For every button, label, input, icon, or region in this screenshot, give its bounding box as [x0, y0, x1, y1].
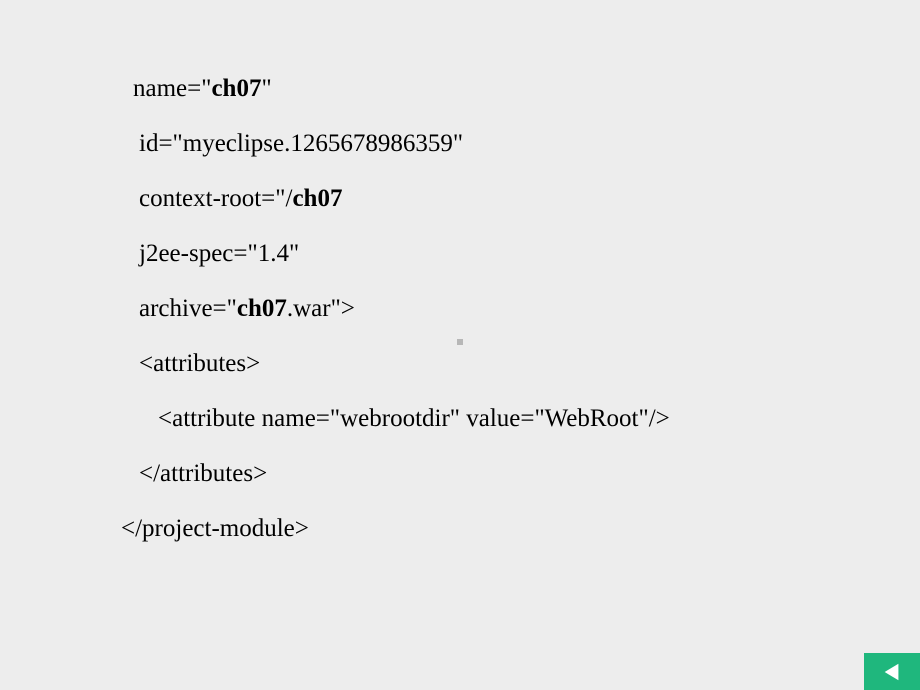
code-line-context: context-root="/ch07	[133, 186, 920, 211]
text-fragment: j2ee-spec="1.4"	[139, 240, 299, 267]
code-content: name="ch07" id="myeclipse.1265678986359"…	[0, 0, 920, 541]
marker-square	[457, 339, 463, 345]
text-fragment: context-root="/	[139, 185, 292, 212]
text-fragment: </attributes>	[139, 460, 267, 487]
text-fragment: name="	[133, 75, 211, 102]
text-fragment: <attributes>	[139, 350, 260, 377]
code-line-id: id="myeclipse.1265678986359"	[133, 131, 920, 156]
nav-back-button[interactable]	[864, 653, 920, 690]
code-line-attributes-open: <attributes>	[133, 351, 920, 376]
text-fragment: </project-module>	[121, 515, 309, 542]
triangle-left-icon	[881, 661, 903, 683]
bold-value: ch07	[211, 75, 261, 102]
code-line-archive: archive="ch07.war">	[133, 296, 920, 321]
bold-value: ch07	[292, 185, 342, 212]
code-line-name: name="ch07"	[133, 76, 920, 101]
text-fragment: "	[261, 75, 271, 102]
text-fragment: id="myeclipse.1265678986359"	[139, 130, 463, 157]
code-line-attribute-element: <attribute name="webrootdir" value="WebR…	[133, 406, 920, 431]
bold-value: ch07	[237, 295, 287, 322]
code-line-attributes-close: </attributes>	[133, 461, 920, 486]
code-line-j2ee: j2ee-spec="1.4"	[133, 241, 920, 266]
text-fragment: <attribute name="webrootdir" value="WebR…	[158, 405, 670, 432]
code-line-project-close: </project-module>	[121, 516, 920, 541]
text-fragment: archive="	[139, 295, 237, 322]
text-fragment: .war">	[287, 295, 355, 322]
